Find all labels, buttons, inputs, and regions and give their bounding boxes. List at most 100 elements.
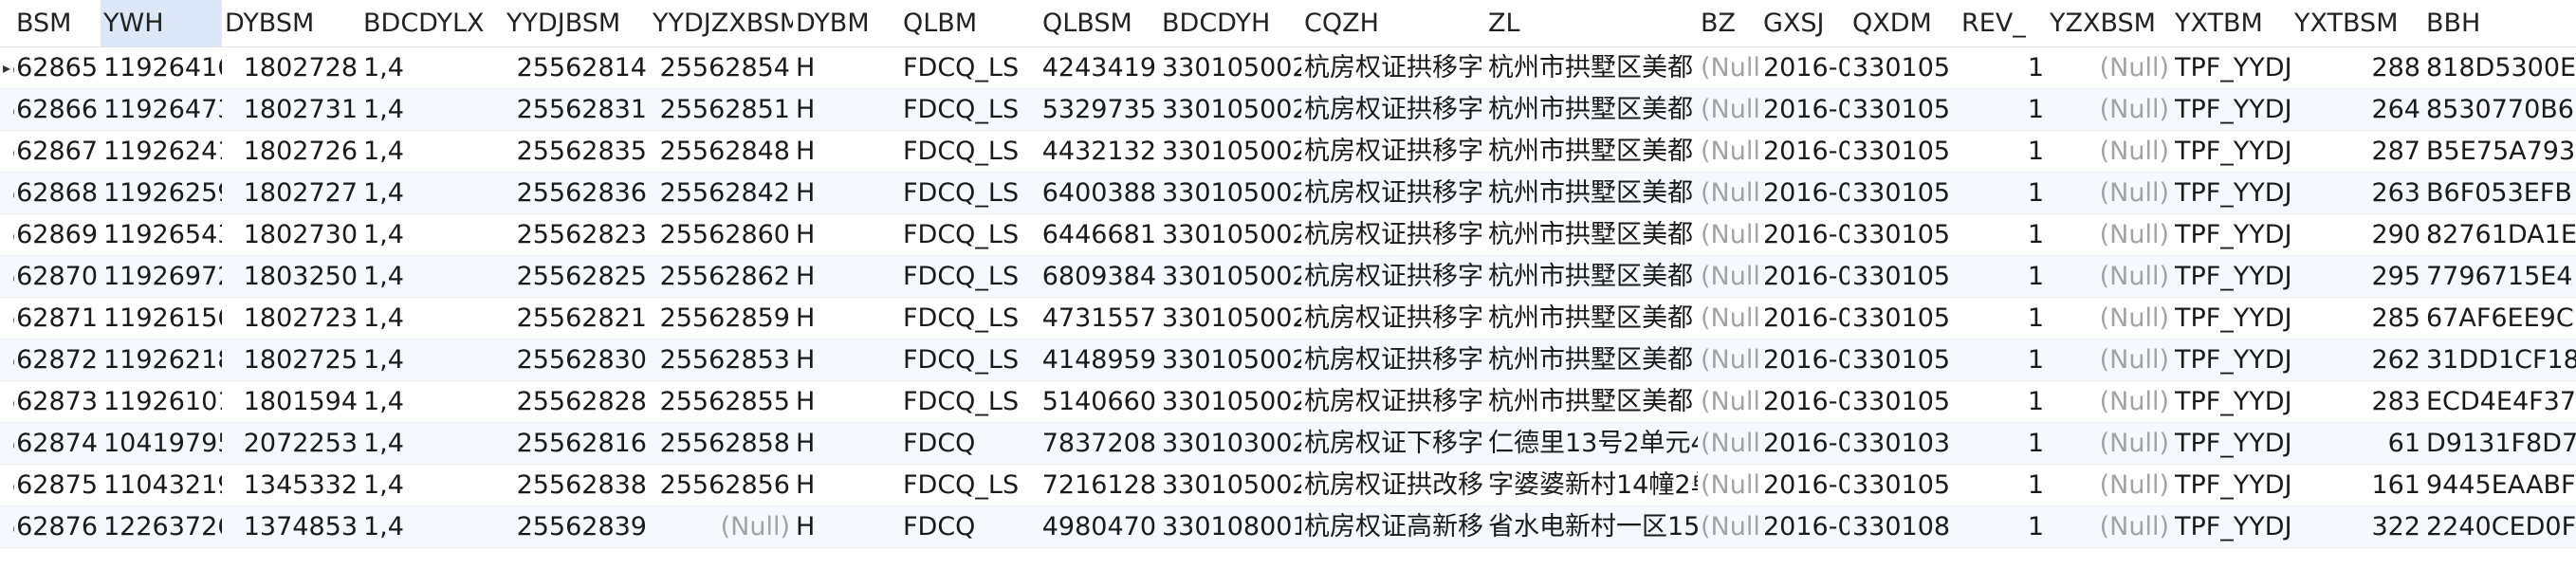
cell-dybsm[interactable]: 1802726 xyxy=(222,131,360,172)
cell-ywh[interactable]: 11926473 xyxy=(101,89,222,130)
cell-bz[interactable]: (Null) xyxy=(1698,173,1760,213)
cell-yxtbsm[interactable]: 290 xyxy=(2291,214,2423,255)
cell-bdcdylx[interactable]: 1,4 xyxy=(360,214,504,255)
cell-yxtbsm[interactable]: 285 xyxy=(2291,298,2423,339)
cell-yydjzxbsm[interactable]: 25562855 xyxy=(650,381,793,422)
cell-gxsj[interactable]: 2016-0 xyxy=(1760,381,1849,422)
table-row[interactable]: 5628731192610118015941,42556282825562855… xyxy=(0,381,2576,423)
cell-zl[interactable]: 字婆婆新村14幢2单元 xyxy=(1485,465,1698,505)
column-header-yydjzxbsm[interactable]: YYDJZXBSM xyxy=(650,0,793,46)
cell-bsm[interactable]: 562870 xyxy=(13,256,101,297)
cell-bz[interactable]: (Null) xyxy=(1698,256,1760,297)
cell-dybsm[interactable]: 1802731 xyxy=(222,89,360,130)
cell-dybm[interactable]: H xyxy=(793,298,900,339)
column-header-dybm[interactable]: DYBM xyxy=(793,0,900,46)
cell-gxsj[interactable]: 2016-0 xyxy=(1760,173,1849,213)
cell-dybm[interactable]: H xyxy=(793,381,900,422)
cell-zl[interactable]: 杭州市拱墅区美都 xyxy=(1485,214,1698,255)
cell-dybm[interactable]: H xyxy=(793,47,900,88)
cell-yydjbsm[interactable]: 25562839 xyxy=(504,506,650,547)
cell-bdcdyh[interactable]: 330105002 xyxy=(1159,465,1301,505)
cell-cqzh[interactable]: 杭房权证拱移字 xyxy=(1301,381,1485,422)
cell-yydjzxbsm[interactable]: 25562860 xyxy=(650,214,793,255)
cell-yxtbsm[interactable]: 322 xyxy=(2291,506,2423,547)
cell-rev[interactable]: 1 xyxy=(1959,423,2047,464)
cell-qxdm[interactable]: 330105 xyxy=(1849,47,1959,88)
cell-cqzh[interactable]: 杭房权证拱移字 xyxy=(1301,47,1485,88)
cell-bdcdylx[interactable]: 1,4 xyxy=(360,173,504,213)
cell-dybsm[interactable]: 1374853 xyxy=(222,506,360,547)
cell-yydjbsm[interactable]: 25562838 xyxy=(504,465,650,505)
cell-ywh[interactable]: 11926972 xyxy=(101,256,222,297)
cell-bbh[interactable]: 818D5300E xyxy=(2423,47,2576,88)
cell-bz[interactable]: (Null) xyxy=(1698,381,1760,422)
cell-qxdm[interactable]: 330105 xyxy=(1849,465,1959,505)
cell-yydjzxbsm[interactable]: 25562858 xyxy=(650,423,793,464)
cell-bsm[interactable]: 562875 xyxy=(13,465,101,505)
table-row[interactable]: ▸5628651192641618027281,4255628142556285… xyxy=(0,47,2576,89)
cell-bz[interactable]: (Null) xyxy=(1698,214,1760,255)
table-row[interactable]: 5628671192624118027261,42556283525562848… xyxy=(0,131,2576,173)
cell-qxdm[interactable]: 330105 xyxy=(1849,214,1959,255)
cell-bdcdylx[interactable]: 1,4 xyxy=(360,131,504,172)
cell-bsm[interactable]: 562876 xyxy=(13,506,101,547)
cell-qxdm[interactable]: 330105 xyxy=(1849,89,1959,130)
cell-gxsj[interactable]: 2016-0 xyxy=(1760,340,1849,380)
cell-gxsj[interactable]: 2016-0 xyxy=(1760,256,1849,297)
cell-qlbsm[interactable]: 4148959 xyxy=(1040,340,1159,380)
cell-qxdm[interactable]: 330105 xyxy=(1849,173,1959,213)
cell-qlbm[interactable]: FDCQ xyxy=(900,423,1040,464)
cell-bdcdyh[interactable]: 330105002 xyxy=(1159,256,1301,297)
cell-yzxbsm[interactable]: (Null) xyxy=(2047,47,2172,88)
cell-dybm[interactable]: H xyxy=(793,89,900,130)
cell-yydjbsm[interactable]: 25562821 xyxy=(504,298,650,339)
cell-bdcdyh[interactable]: 330105002 xyxy=(1159,47,1301,88)
cell-bz[interactable]: (Null) xyxy=(1698,340,1760,380)
cell-qlbsm[interactable]: 5329735 xyxy=(1040,89,1159,130)
cell-cqzh[interactable]: 杭房权证拱移字 xyxy=(1301,214,1485,255)
cell-bsm[interactable]: 562868 xyxy=(13,173,101,213)
cell-bbh[interactable]: 7796715E4 xyxy=(2423,256,2576,297)
cell-yxtbsm[interactable]: 288 xyxy=(2291,47,2423,88)
cell-dybm[interactable]: H xyxy=(793,465,900,505)
cell-ywh[interactable]: 11926156 xyxy=(101,298,222,339)
cell-qlbm[interactable]: FDCQ_LS xyxy=(900,173,1040,213)
cell-dybsm[interactable]: 1802728 xyxy=(222,47,360,88)
column-header-bdcdylx[interactable]: BDCDYLX xyxy=(360,0,504,46)
cell-bbh[interactable]: 31DD1CF18 xyxy=(2423,340,2576,380)
cell-qxdm[interactable]: 330105 xyxy=(1849,131,1959,172)
cell-bdcdylx[interactable]: 1,4 xyxy=(360,298,504,339)
cell-bbh[interactable]: 8530770B6 xyxy=(2423,89,2576,130)
cell-bdcdylx[interactable]: 1,4 xyxy=(360,423,504,464)
cell-yxtbm[interactable]: TPF_YYDJ xyxy=(2172,131,2291,172)
cell-yydjbsm[interactable]: 25562828 xyxy=(504,381,650,422)
column-header-bz[interactable]: BZ xyxy=(1698,0,1760,46)
cell-ywh[interactable]: 11926241 xyxy=(101,131,222,172)
cell-zl[interactable]: 省水电新村一区15 xyxy=(1485,506,1698,547)
cell-yydjbsm[interactable]: 25562814 xyxy=(504,47,650,88)
cell-qlbsm[interactable]: 6400388 xyxy=(1040,173,1159,213)
cell-yxtbsm[interactable]: 262 xyxy=(2291,340,2423,380)
column-header-yxtbsm[interactable]: YXTBSM xyxy=(2291,0,2423,46)
column-header-qlbsm[interactable]: QLBSM xyxy=(1040,0,1159,46)
cell-dybm[interactable]: H xyxy=(793,340,900,380)
cell-yzxbsm[interactable]: (Null) xyxy=(2047,256,2172,297)
cell-dybsm[interactable]: 2072253 xyxy=(222,423,360,464)
cell-zl[interactable]: 杭州市拱墅区美都 xyxy=(1485,131,1698,172)
cell-yydjbsm[interactable]: 25562835 xyxy=(504,131,650,172)
cell-yydjbsm[interactable]: 25562831 xyxy=(504,89,650,130)
column-header-bsm[interactable]: BSM xyxy=(13,0,101,46)
cell-bz[interactable]: (Null) xyxy=(1698,89,1760,130)
column-header-yzxbsm[interactable]: YZXBSM xyxy=(2047,0,2172,46)
cell-cqzh[interactable]: 杭房权证拱移字 xyxy=(1301,173,1485,213)
cell-yzxbsm[interactable]: (Null) xyxy=(2047,506,2172,547)
cell-yydjbsm[interactable]: 25562825 xyxy=(504,256,650,297)
cell-ywh[interactable]: 10419795 xyxy=(101,423,222,464)
cell-zl[interactable]: 仁德里13号2单元4 xyxy=(1485,423,1698,464)
cell-bdcdyh[interactable]: 330108001 xyxy=(1159,506,1301,547)
cell-yydjzxbsm[interactable]: 25562856 xyxy=(650,465,793,505)
cell-yzxbsm[interactable]: (Null) xyxy=(2047,381,2172,422)
cell-rev[interactable]: 1 xyxy=(1959,465,2047,505)
cell-yydjbsm[interactable]: 25562830 xyxy=(504,340,650,380)
cell-yxtbm[interactable]: TPF_YYDJ xyxy=(2172,173,2291,213)
